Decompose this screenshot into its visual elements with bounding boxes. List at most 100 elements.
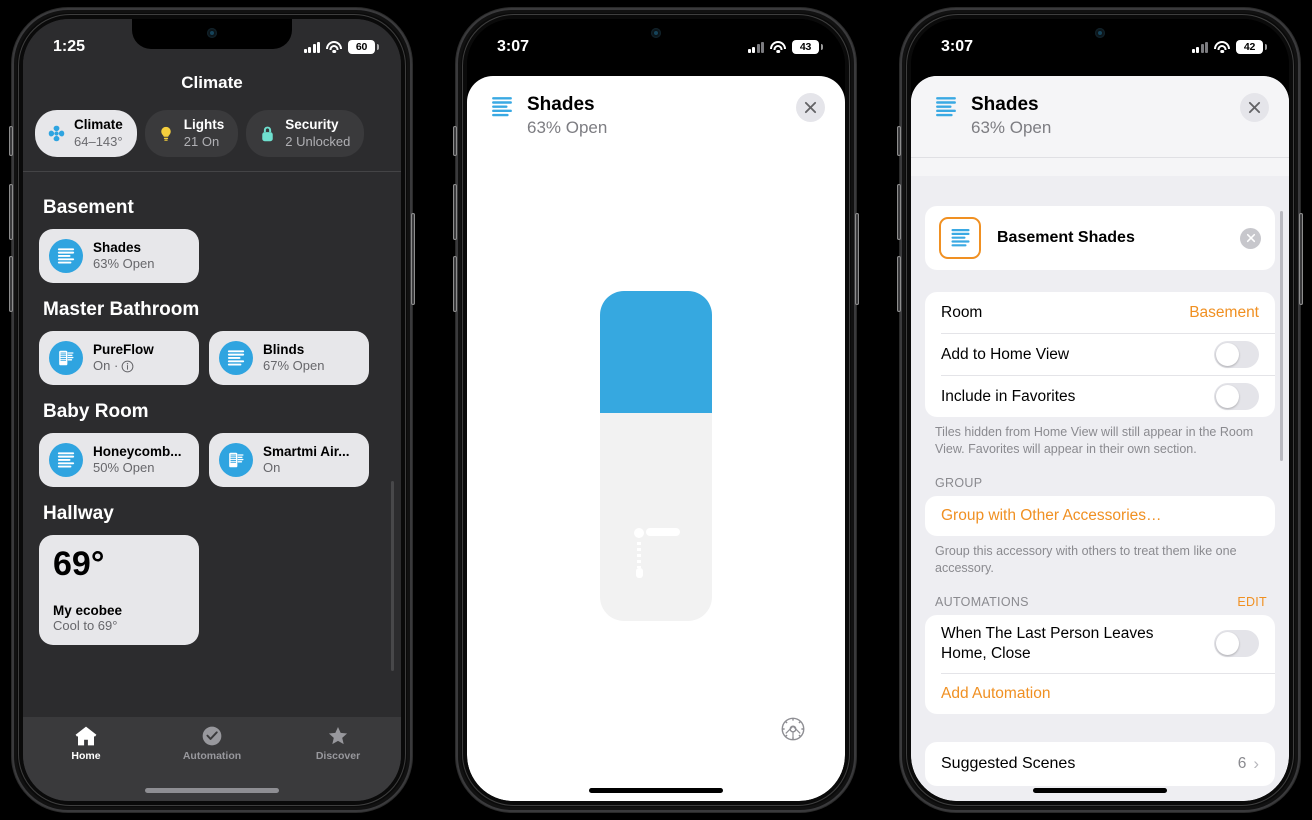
tile-status: 50% Open bbox=[93, 460, 155, 476]
battery-icon: 42 bbox=[1236, 40, 1267, 54]
close-button[interactable] bbox=[796, 93, 825, 122]
toggle-automation[interactable] bbox=[1214, 630, 1259, 658]
mute-switch[interactable] bbox=[9, 126, 13, 156]
sheet-header: Shades 63% Open bbox=[911, 76, 1289, 158]
tile-smartmi-air[interactable]: Smartmi Air... On bbox=[209, 433, 369, 487]
tile-blinds[interactable]: Blinds 67% Open bbox=[209, 331, 369, 385]
volume-up-button[interactable] bbox=[9, 184, 13, 240]
phone-2-shade-slider: 3:07 43 Shades 63% Open bbox=[453, 8, 859, 812]
edit-automations-button[interactable]: EDIT bbox=[1237, 595, 1267, 609]
chip-security[interactable]: Security 2 Unlocked bbox=[246, 110, 365, 158]
volume-up-button[interactable] bbox=[453, 184, 457, 240]
power-button[interactable] bbox=[411, 213, 415, 305]
volume-down-button[interactable] bbox=[9, 256, 13, 312]
fan-icon bbox=[46, 124, 66, 144]
wifi-icon bbox=[1214, 41, 1230, 53]
tile-pureflow[interactable]: PureFlow On · bbox=[39, 331, 199, 385]
row-label: Room bbox=[941, 303, 983, 321]
accessory-subtitle: 63% Open bbox=[527, 117, 608, 137]
accessory-card[interactable]: Basement Shades bbox=[925, 206, 1275, 270]
tab-label: Automation bbox=[182, 750, 242, 762]
tile-honeycomb[interactable]: Honeycomb... 50% Open bbox=[39, 433, 199, 487]
row-room[interactable]: Room Basement bbox=[925, 292, 1275, 333]
shade-slider[interactable] bbox=[600, 291, 712, 621]
status-time: 3:07 bbox=[497, 38, 530, 55]
row-suggested-scenes[interactable]: Suggested Scenes 6 › bbox=[925, 742, 1275, 786]
row-automation[interactable]: When The Last Person Leaves Home, Close bbox=[925, 615, 1275, 673]
tile-row-baby-room: Honeycomb... 50% Open Smartmi Air... On bbox=[23, 433, 401, 487]
tile-name: My ecobee bbox=[53, 603, 123, 618]
lightbulb-icon bbox=[156, 124, 176, 144]
screenshot-stage: 1:25 60 Climate Climate 64–143° Lights 2… bbox=[0, 0, 1312, 820]
settings-scroll-area[interactable]: Basement Shades Room Basement Add to Hom… bbox=[911, 176, 1289, 801]
group-card: Group with Other Accessories… bbox=[925, 496, 1275, 536]
home-indicator[interactable] bbox=[145, 788, 279, 793]
tile-name: Blinds bbox=[263, 341, 305, 357]
battery-level: 43 bbox=[799, 41, 812, 53]
row-label: Suggested Scenes bbox=[941, 754, 1076, 772]
blinds-icon bbox=[219, 341, 253, 375]
toggle-add-to-home-view[interactable] bbox=[1214, 341, 1259, 368]
close-button[interactable] bbox=[1240, 93, 1269, 122]
chip-sublabel: 21 On bbox=[183, 133, 220, 149]
phone-1-screen: 1:25 60 Climate Climate 64–143° Lights 2… bbox=[23, 19, 401, 801]
tab-discover[interactable]: Discover bbox=[275, 725, 401, 801]
tab-label: Home bbox=[71, 750, 101, 762]
close-icon bbox=[804, 101, 817, 114]
accessory-name: Basement Shades bbox=[997, 229, 1135, 246]
settings-sheet: Shades 63% Open Basement Shades Room Bas… bbox=[911, 76, 1289, 801]
vertical-scrollbar[interactable] bbox=[1280, 211, 1283, 461]
blinds-icon bbox=[49, 443, 83, 477]
tile-shades[interactable]: Shades 63% Open bbox=[39, 229, 199, 283]
volume-down-button[interactable] bbox=[453, 256, 457, 312]
front-camera-icon bbox=[207, 28, 217, 38]
row-value: Basement bbox=[1189, 303, 1259, 321]
power-button[interactable] bbox=[855, 213, 859, 305]
suggested-scenes-card[interactable]: Suggested Scenes 6 › bbox=[925, 741, 1275, 786]
power-button[interactable] bbox=[1299, 213, 1303, 305]
tile-name: Shades bbox=[93, 239, 142, 255]
mute-switch[interactable] bbox=[453, 126, 457, 156]
vertical-scrollbar[interactable] bbox=[391, 481, 394, 671]
add-automation-button[interactable]: Add Automation bbox=[925, 674, 1275, 714]
accessory-title: Shades bbox=[971, 94, 1039, 115]
tab-home[interactable]: Home bbox=[23, 725, 149, 801]
toggle-include-in-favorites[interactable] bbox=[1214, 383, 1259, 410]
automations-card: When The Last Person Leaves Home, Close … bbox=[925, 615, 1275, 714]
home-indicator[interactable] bbox=[589, 788, 723, 793]
volume-up-button[interactable] bbox=[897, 184, 901, 240]
tile-status: On bbox=[263, 460, 281, 476]
tile-name: PureFlow bbox=[93, 341, 154, 357]
tile-status: 63% Open bbox=[93, 256, 155, 272]
home-indicator[interactable] bbox=[1033, 788, 1167, 793]
battery-icon: 43 bbox=[792, 40, 823, 54]
group-with-accessories-button[interactable]: Group with Other Accessories… bbox=[925, 496, 1275, 536]
settings-button[interactable] bbox=[779, 715, 807, 743]
mute-switch[interactable] bbox=[897, 126, 901, 156]
battery-icon: 60 bbox=[348, 40, 379, 54]
blinds-icon bbox=[939, 217, 981, 259]
header-divider bbox=[23, 171, 401, 173]
remove-icon[interactable] bbox=[1240, 227, 1261, 249]
chip-lights[interactable]: Lights 21 On bbox=[144, 110, 239, 158]
volume-down-button[interactable] bbox=[897, 256, 901, 312]
accessory-title: Shades bbox=[527, 94, 595, 115]
scenes-count: 6 bbox=[1237, 754, 1247, 772]
section-title: AUTOMATIONS bbox=[935, 595, 1029, 609]
slider-track[interactable] bbox=[600, 291, 712, 621]
chip-sublabel: 64–143° bbox=[74, 133, 123, 149]
front-camera-icon bbox=[651, 28, 661, 38]
row-add-to-home-view[interactable]: Add to Home View bbox=[925, 334, 1275, 375]
chip-climate[interactable]: Climate 64–143° bbox=[35, 110, 137, 158]
rooms-scroll-area[interactable]: Basement Shades 63% Open Master Bathroom… bbox=[23, 181, 401, 717]
air-purifier-icon bbox=[49, 341, 83, 375]
row-include-in-favorites[interactable]: Include in Favorites bbox=[925, 376, 1275, 417]
tile-status: Cool to 69° bbox=[53, 618, 118, 633]
tile-name: Honeycomb... bbox=[93, 443, 182, 459]
info-icon[interactable] bbox=[121, 360, 134, 373]
battery-level: 60 bbox=[355, 41, 368, 53]
row-label: Add to Home View bbox=[941, 345, 1070, 363]
tab-bar: Home Automation Discover bbox=[23, 717, 401, 801]
notch bbox=[132, 19, 292, 49]
tile-my-ecobee[interactable]: 69° My ecobee Cool to 69° bbox=[39, 535, 199, 645]
